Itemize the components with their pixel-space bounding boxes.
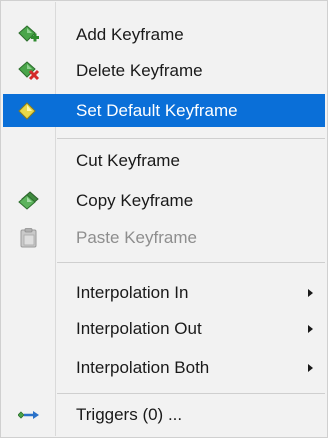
copy-keyframe-icon	[18, 191, 40, 211]
keyframe-context-menu: Add Keyframe Delete Keyframe Set Default…	[0, 0, 328, 438]
paste-keyframe-icon	[18, 228, 40, 248]
submenu-arrow-icon	[308, 364, 313, 372]
set-default-keyframe-icon	[18, 101, 40, 121]
menu-item-label: Copy Keyframe	[76, 191, 194, 210]
submenu-arrow-icon	[308, 325, 313, 333]
menu-item-copy-keyframe[interactable]: Copy Keyframe	[3, 184, 325, 217]
menu-separator	[57, 138, 325, 139]
menu-item-cut-keyframe[interactable]: Cut Keyframe	[3, 144, 325, 177]
menu-item-label: Paste Keyframe	[76, 228, 197, 247]
delete-keyframe-icon	[18, 61, 40, 81]
menu-item-interpolation-out[interactable]: Interpolation Out	[3, 312, 325, 345]
menu-item-label: Cut Keyframe	[76, 151, 180, 170]
menu-item-paste-keyframe[interactable]: Paste Keyframe	[3, 221, 325, 254]
menu-item-label: Triggers (0) ...	[76, 405, 183, 424]
menu-item-delete-keyframe[interactable]: Delete Keyframe	[3, 54, 325, 87]
menu-item-label: Interpolation Both	[76, 358, 210, 377]
menu-item-set-default-keyframe[interactable]: Set Default Keyframe	[3, 94, 325, 127]
menu-item-label: Delete Keyframe	[76, 61, 203, 80]
menu-separator	[57, 262, 325, 263]
menu-item-label: Set Default Keyframe	[76, 101, 238, 120]
menu-separator	[57, 393, 325, 394]
menu-item-label: Interpolation In	[76, 283, 189, 302]
menu-item-interpolation-in[interactable]: Interpolation In	[3, 276, 325, 309]
menu-item-interpolation-both[interactable]: Interpolation Both	[3, 351, 325, 384]
add-keyframe-icon	[18, 25, 40, 45]
menu-item-add-keyframe[interactable]: Add Keyframe	[3, 18, 325, 51]
menu-item-triggers[interactable]: Triggers (0) ...	[3, 398, 325, 431]
triggers-icon	[17, 405, 40, 425]
menu-item-label: Interpolation Out	[76, 319, 202, 338]
menu-item-label: Add Keyframe	[76, 25, 184, 44]
submenu-arrow-icon	[308, 289, 313, 297]
